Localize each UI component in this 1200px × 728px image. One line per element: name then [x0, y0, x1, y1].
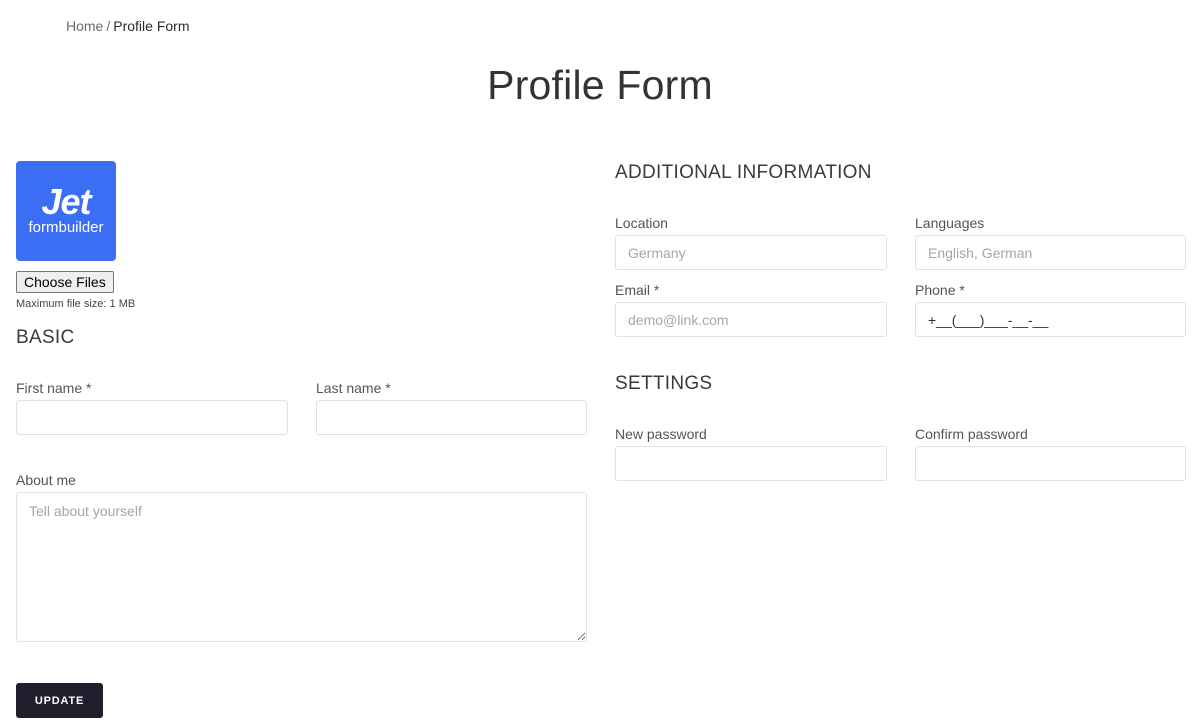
required-marker: *	[653, 282, 660, 298]
breadcrumb: Home / Profile Form	[66, 18, 189, 34]
first-name-label: First name *	[16, 380, 91, 396]
section-title-basic: BASIC	[16, 327, 75, 348]
location-input[interactable]	[615, 235, 887, 270]
confirm-password-label: Confirm password	[915, 426, 1028, 442]
email-label-text: Email	[615, 282, 651, 298]
about-me-textarea[interactable]	[16, 492, 587, 642]
breadcrumb-home-link[interactable]: Home	[66, 18, 103, 34]
logo-formbuilder-text: formbuilder	[28, 219, 104, 236]
file-size-note: Maximum file size: 1 MB	[16, 298, 136, 310]
avatar-image: Jet formbuilder	[16, 161, 116, 261]
update-button[interactable]: UPDATE	[16, 683, 103, 718]
breadcrumb-separator: /	[106, 18, 111, 34]
confirm-password-input[interactable]	[915, 446, 1186, 481]
last-name-input[interactable]	[316, 400, 587, 435]
breadcrumb-current: Profile Form	[113, 18, 190, 34]
about-me-label: About me	[16, 472, 76, 488]
languages-input[interactable]	[915, 235, 1186, 270]
first-name-label-text: First name	[16, 380, 83, 396]
phone-label: Phone *	[915, 282, 965, 298]
last-name-label: Last name *	[316, 380, 391, 396]
last-name-label-text: Last name	[316, 380, 382, 396]
first-name-input[interactable]	[16, 400, 288, 435]
location-label: Location	[615, 215, 668, 231]
required-marker: *	[86, 380, 92, 396]
new-password-label: New password	[615, 426, 707, 442]
languages-label: Languages	[915, 215, 985, 231]
logo-jet-text: Jet	[41, 181, 91, 222]
phone-input[interactable]	[915, 302, 1186, 337]
new-password-input[interactable]	[615, 446, 887, 481]
section-title-additional-information: ADDITIONAL INFORMATION	[615, 162, 872, 183]
page-title: Profile Form	[487, 62, 713, 108]
section-title-settings: SETTINGS	[615, 373, 713, 394]
email-input[interactable]	[615, 302, 887, 337]
email-label: Email *	[615, 282, 659, 298]
required-marker: *	[959, 282, 965, 298]
required-marker: *	[385, 380, 391, 396]
choose-files-button[interactable]: Choose Files	[16, 271, 114, 293]
phone-label-text: Phone	[915, 282, 956, 298]
